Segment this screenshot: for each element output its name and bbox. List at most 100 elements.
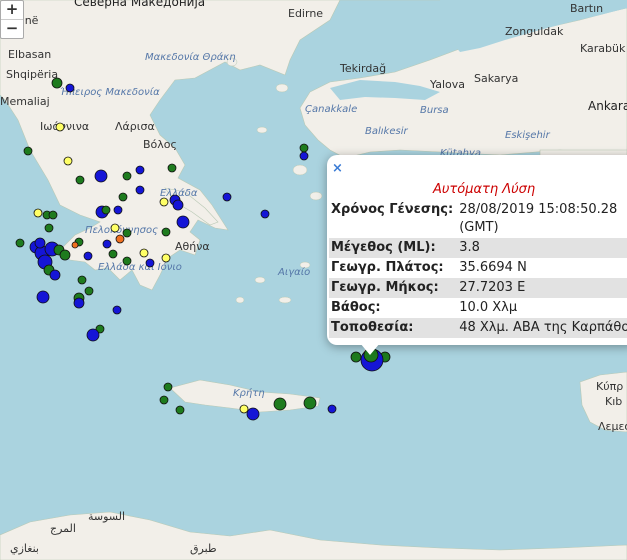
label-ankara: Ankara [588,99,627,113]
zoom-out-button[interactable]: − [1,20,23,38]
earthquake-marker[interactable] [15,238,25,248]
earthquake-marker[interactable] [71,241,79,249]
label-ioannina: Ιωάννινα [40,120,89,133]
earthquake-marker[interactable] [122,256,132,266]
earthquake-marker[interactable] [83,251,93,261]
popup-value: 35.6694 N [459,260,527,275]
earthquake-marker[interactable] [23,146,33,156]
earthquake-marker[interactable] [327,404,337,414]
label-athina: Αθήνα [175,240,210,253]
popup-value: 10.0 Χλμ [459,300,518,315]
label-peloponnisos: Πελοπόννησος [85,224,158,236]
label-yalova: Yalova [429,78,465,91]
earthquake-marker[interactable] [75,175,85,185]
earthquake-marker[interactable] [122,228,132,238]
label-africa-3: بنغازي [10,542,39,555]
zoom-in-button[interactable]: + [1,1,23,20]
label-balikesir: Balıkesir [365,126,408,137]
earthquake-marker[interactable] [59,249,71,261]
earthquake-marker[interactable] [299,143,309,153]
earthquake-marker[interactable] [122,171,132,181]
earthquake-marker[interactable] [172,199,184,211]
label-ellada-ionio: Ελλάδα και Ιόνιο [98,261,182,273]
earthquake-marker[interactable] [84,286,94,296]
label-karabuk: Karabük [580,42,626,55]
earthquake-marker[interactable] [94,169,108,183]
earthquake-marker[interactable] [159,395,169,405]
popup-row-magnitude: Μέγεθος (ML): 3.8 [329,238,627,258]
earthquake-marker[interactable] [161,253,171,263]
label-volos: Βόλος [143,138,177,151]
popup-label: Γεωγρ. Μήκος: [329,278,458,298]
earthquake-marker[interactable] [246,407,260,421]
earthquake-marker[interactable] [260,209,270,219]
earthquake-marker[interactable] [86,328,100,342]
earthquake-marker[interactable] [112,305,122,315]
earthquake-marker[interactable] [175,405,185,415]
earthquake-marker[interactable] [273,397,287,411]
label-elbasan: Elbasan [8,48,51,61]
popup-row-location: Τοποθεσία: 48 Χλμ. ΑΒΑ της Καρπάθου [329,318,627,338]
earthquake-marker[interactable] [108,249,118,259]
label-canakkale: Çanakkale [305,104,357,115]
popup-row-latitude: Γεωγρ. Πλάτος: 35.6694 N [329,258,627,278]
earthquake-marker[interactable] [135,165,145,175]
label-bartin: Bartın [570,2,603,15]
earthquake-marker[interactable] [77,275,87,285]
earthquake-marker[interactable] [48,210,58,220]
earthquake-marker[interactable] [239,404,249,414]
label-cyprus-gr: Κύπρ [596,380,623,393]
label-africa-1: المرج [50,522,76,535]
label-lemesos: Λεμεσό [598,420,627,433]
label-larisa: Λάρισα [115,120,155,133]
earthquake-popup: × Αυτόματη Λύση Χρόνος Γένεσης: 28/08/20… [327,155,627,345]
earthquake-marker[interactable] [303,396,317,410]
earthquake-marker[interactable] [176,215,190,229]
earthquake-marker[interactable] [36,290,50,304]
earthquake-marker[interactable] [115,234,125,244]
earthquake-marker[interactable] [145,258,155,268]
earthquake-marker[interactable] [55,122,65,132]
label-sakarya: Sakarya [474,72,518,85]
earthquake-marker[interactable] [299,151,309,161]
earthquake-marker[interactable] [118,192,128,202]
earthquake-marker[interactable] [101,205,111,215]
close-icon[interactable]: × [332,161,343,176]
label-tekirdag: Tekirdağ [339,62,386,75]
popup-row-depth: Βάθος: 10.0 Χλμ [329,298,627,318]
label-shqiperia: Shqipëria [6,68,58,81]
earthquake-marker[interactable] [222,192,232,202]
label-cyprus-tr: Kıb [605,395,622,408]
popup-label: Χρόνος Γένεσης: [331,202,454,217]
earthquake-marker[interactable] [102,239,112,249]
earthquake-marker[interactable] [34,237,46,249]
earthquake-marker[interactable] [167,163,177,173]
earthquake-marker[interactable] [51,77,63,89]
label-zonguldak: Zonguldak [505,25,564,38]
label-aigaio: Αιγαίο [277,266,310,278]
earthquake-marker[interactable] [44,223,54,233]
earthquake-marker[interactable] [163,382,173,392]
earthquake-marker[interactable] [65,83,75,93]
label-memaliaj: Memaliaj [0,95,50,108]
label-severna-makedonija: Северна Македонија [74,0,205,9]
earthquake-marker[interactable] [73,297,85,309]
earthquake-marker[interactable] [110,223,120,233]
label-makedonia-thraki: Μακεδονία Θράκη [145,51,236,63]
earthquake-marker[interactable] [139,248,149,258]
earthquake-marker[interactable] [63,156,73,166]
earthquake-marker[interactable] [113,205,123,215]
label-africa-4: طبرق [190,542,217,555]
zoom-control: + − [0,0,24,39]
earthquake-marker[interactable] [161,227,171,237]
popup-title: Αυτόματη Λύση [433,182,536,197]
earthquake-marker[interactable] [159,197,169,207]
popup-label: Γεωγρ. Πλάτος: [331,260,444,275]
popup-value: 48 Χλμ. ΑΒΑ της Καρπάθου [457,318,627,338]
label-kriti: Κρήτη [233,387,265,399]
popup-label: Μέγεθος (ML): [329,238,458,258]
earthquake-marker[interactable] [33,208,43,218]
earthquake-marker[interactable] [49,269,61,281]
popup-value: 28/08/2019 15:08:50.28 (GMT) [459,202,618,235]
earthquake-marker[interactable] [135,185,145,195]
